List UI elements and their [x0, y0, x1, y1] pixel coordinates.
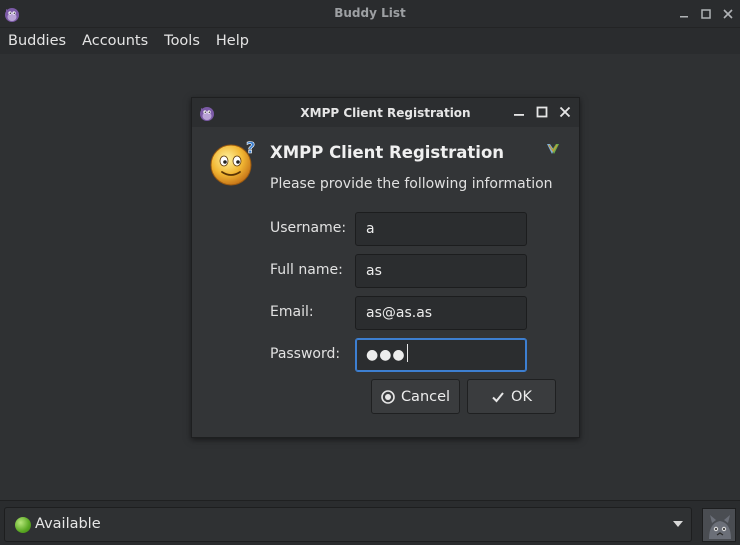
svg-text:?: ? — [246, 139, 255, 157]
main-titlebar: Buddy List — [0, 0, 740, 28]
pidgin-small-icon — [545, 141, 561, 157]
password-mask: ●●● — [366, 347, 406, 363]
status-label: Available — [35, 516, 101, 532]
maximize-icon[interactable] — [534, 104, 550, 120]
dialog-subheading: Please provide the following information — [270, 176, 553, 192]
menu-help[interactable]: Help — [208, 28, 257, 54]
password-label: Password: — [270, 346, 341, 362]
status-selector[interactable]: Available — [4, 507, 692, 542]
text-caret — [406, 344, 408, 362]
menu-accounts[interactable]: Accounts — [74, 28, 156, 54]
maximize-icon[interactable] — [697, 5, 715, 23]
buddy-icon[interactable] — [702, 508, 736, 542]
menu-buddies[interactable]: Buddies — [0, 28, 74, 54]
cancel-icon — [381, 389, 395, 404]
password-field[interactable]: ●●● — [355, 338, 527, 372]
registration-dialog: XMPP Client Registration ? XMPP Client R… — [191, 97, 580, 438]
ok-button[interactable]: OK — [467, 379, 556, 414]
cancel-button[interactable]: Cancel — [371, 379, 460, 414]
minimize-icon[interactable] — [675, 5, 693, 23]
chevron-down-icon — [673, 521, 683, 527]
window-title: Buddy List — [334, 6, 406, 20]
menu-tools[interactable]: Tools — [156, 28, 208, 54]
email-field[interactable]: as@as.as — [355, 296, 527, 330]
ok-label: OK — [511, 388, 532, 405]
available-dot-icon — [15, 517, 31, 533]
menubar: Buddies Accounts Tools Help — [0, 28, 740, 54]
fullname-label: Full name: — [270, 262, 343, 278]
username-field[interactable]: a — [355, 212, 527, 246]
close-icon[interactable] — [719, 5, 737, 23]
close-icon[interactable] — [557, 104, 573, 120]
email-label: Email: — [270, 304, 314, 320]
smiley-question-icon: ? — [209, 138, 257, 187]
statusbar: Available — [0, 500, 740, 545]
minimize-icon[interactable] — [511, 104, 527, 120]
username-label: Username: — [270, 220, 347, 236]
cancel-label: Cancel — [400, 388, 451, 405]
dialog-heading: XMPP Client Registration — [270, 143, 505, 162]
dialog-titlebar: XMPP Client Registration — [192, 98, 579, 127]
fullname-field[interactable]: as — [355, 254, 527, 288]
checkmark-icon — [491, 390, 505, 404]
